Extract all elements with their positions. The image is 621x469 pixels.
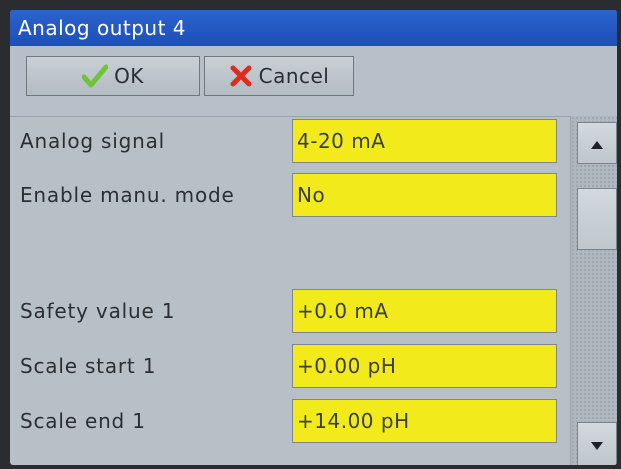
x-icon — [229, 64, 253, 88]
scale-start-1-field[interactable]: +0.00 pH — [292, 344, 557, 388]
enable-manu-mode-field[interactable]: No — [292, 173, 557, 217]
setting-row-enable-manu-mode: Enable manu. mode No — [10, 170, 570, 220]
screen: Analog output 4 OK Cancel Analog signal … — [10, 10, 617, 465]
scale-end-1-field[interactable]: +14.00 pH — [292, 399, 557, 443]
ok-label: OK — [114, 64, 144, 88]
cancel-button[interactable]: Cancel — [204, 56, 354, 96]
triangle-down-icon — [591, 435, 603, 454]
scroll-up-button[interactable] — [577, 122, 617, 164]
setting-label: Safety value 1 — [20, 299, 176, 323]
setting-label: Scale start 1 — [20, 354, 157, 378]
vertical-scrollbar[interactable] — [570, 116, 617, 465]
ok-button[interactable]: OK — [26, 56, 200, 96]
setting-label: Enable manu. mode — [20, 183, 235, 207]
safety-value-1-field[interactable]: +0.0 mA — [292, 289, 557, 333]
setting-label: Scale end 1 — [20, 409, 146, 433]
setting-row-analog-signal: Analog signal 4-20 mA — [10, 116, 570, 166]
scroll-thumb[interactable] — [577, 188, 617, 250]
analog-signal-field[interactable]: 4-20 mA — [292, 119, 557, 163]
setting-label: Analog signal — [20, 129, 166, 153]
setting-row-safety-value-1: Safety value 1 +0.0 mA — [10, 286, 570, 336]
toolbar: OK Cancel — [10, 46, 617, 117]
setting-row-scale-start-1: Scale start 1 +0.00 pH — [10, 341, 570, 391]
cancel-label: Cancel — [258, 64, 330, 88]
setting-row-scale-end-1: Scale end 1 +14.00 pH — [10, 396, 570, 446]
checkmark-icon — [82, 64, 109, 88]
window-title: Analog output 4 — [10, 10, 617, 46]
scroll-down-button[interactable] — [577, 422, 617, 465]
triangle-up-icon — [591, 134, 603, 153]
